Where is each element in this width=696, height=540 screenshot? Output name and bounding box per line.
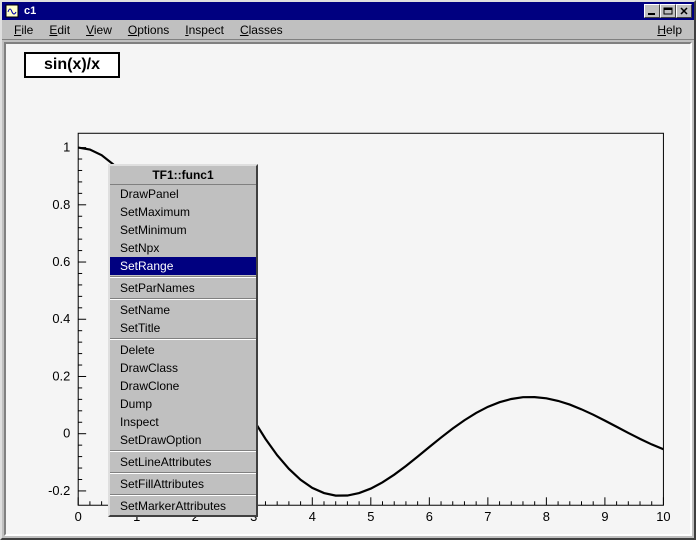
menu-help[interactable]: Help — [649, 21, 690, 39]
context-menu-item-setnpx[interactable]: SetNpx — [110, 239, 256, 257]
menu-edit[interactable]: Edit — [41, 21, 78, 39]
context-menu-title: TF1::func1 — [110, 166, 256, 185]
svg-text:0: 0 — [63, 426, 70, 441]
context-menu: TF1::func1DrawPanelSetMaximumSetMinimumS… — [108, 164, 258, 517]
svg-text:4: 4 — [309, 509, 316, 524]
titlebar[interactable]: c1 — [2, 2, 694, 20]
svg-text:0.6: 0.6 — [52, 254, 70, 269]
canvas[interactable]: sin(x)/x 012345678910-0.200.20.40.60.81 … — [6, 44, 690, 534]
maximize-button[interactable] — [660, 4, 676, 18]
context-menu-item-setparnames[interactable]: SetParNames — [110, 279, 256, 297]
context-menu-item-delete[interactable]: Delete — [110, 341, 256, 359]
svg-text:6: 6 — [426, 509, 433, 524]
close-button[interactable] — [676, 4, 692, 18]
context-menu-item-inspect[interactable]: Inspect — [110, 413, 256, 431]
svg-text:7: 7 — [484, 509, 491, 524]
svg-text:-0.2: -0.2 — [48, 483, 70, 498]
menu-file[interactable]: File — [6, 21, 41, 39]
context-menu-item-drawclone[interactable]: DrawClone — [110, 377, 256, 395]
menubar: File Edit View Options Inspect Classes H… — [2, 20, 694, 40]
svg-text:1: 1 — [63, 140, 70, 155]
menu-classes[interactable]: Classes — [232, 21, 291, 39]
svg-text:0.8: 0.8 — [52, 197, 70, 212]
canvas-frame: sin(x)/x 012345678910-0.200.20.40.60.81 … — [4, 42, 692, 536]
svg-text:0.2: 0.2 — [52, 368, 70, 383]
svg-text:9: 9 — [601, 509, 608, 524]
svg-text:10: 10 — [656, 509, 670, 524]
menu-view[interactable]: View — [78, 21, 120, 39]
app-icon — [4, 3, 20, 19]
context-menu-item-setlineattributes[interactable]: SetLineAttributes — [110, 453, 256, 471]
context-menu-item-dump[interactable]: Dump — [110, 395, 256, 413]
context-menu-item-setdrawoption[interactable]: SetDrawOption — [110, 431, 256, 449]
menu-inspect[interactable]: Inspect — [177, 21, 232, 39]
window-title: c1 — [24, 5, 644, 17]
context-menu-item-settitle[interactable]: SetTitle — [110, 319, 256, 337]
context-menu-item-setfillattributes[interactable]: SetFillAttributes — [110, 475, 256, 493]
context-menu-item-drawclass[interactable]: DrawClass — [110, 359, 256, 377]
context-menu-item-setminimum[interactable]: SetMinimum — [110, 221, 256, 239]
svg-text:0: 0 — [75, 509, 82, 524]
svg-text:5: 5 — [367, 509, 374, 524]
minimize-button[interactable] — [644, 4, 660, 18]
context-menu-item-drawpanel[interactable]: DrawPanel — [110, 185, 256, 203]
context-menu-item-setmarkerattributes[interactable]: SetMarkerAttributes — [110, 497, 256, 515]
app-window: c1 File Edit View Options Inspect Classe… — [0, 0, 696, 540]
context-menu-item-setmaximum[interactable]: SetMaximum — [110, 203, 256, 221]
context-menu-item-setname[interactable]: SetName — [110, 301, 256, 319]
context-menu-item-setrange[interactable]: SetRange — [110, 257, 256, 275]
svg-text:8: 8 — [543, 509, 550, 524]
svg-text:0.4: 0.4 — [52, 311, 70, 326]
menu-options[interactable]: Options — [120, 21, 177, 39]
